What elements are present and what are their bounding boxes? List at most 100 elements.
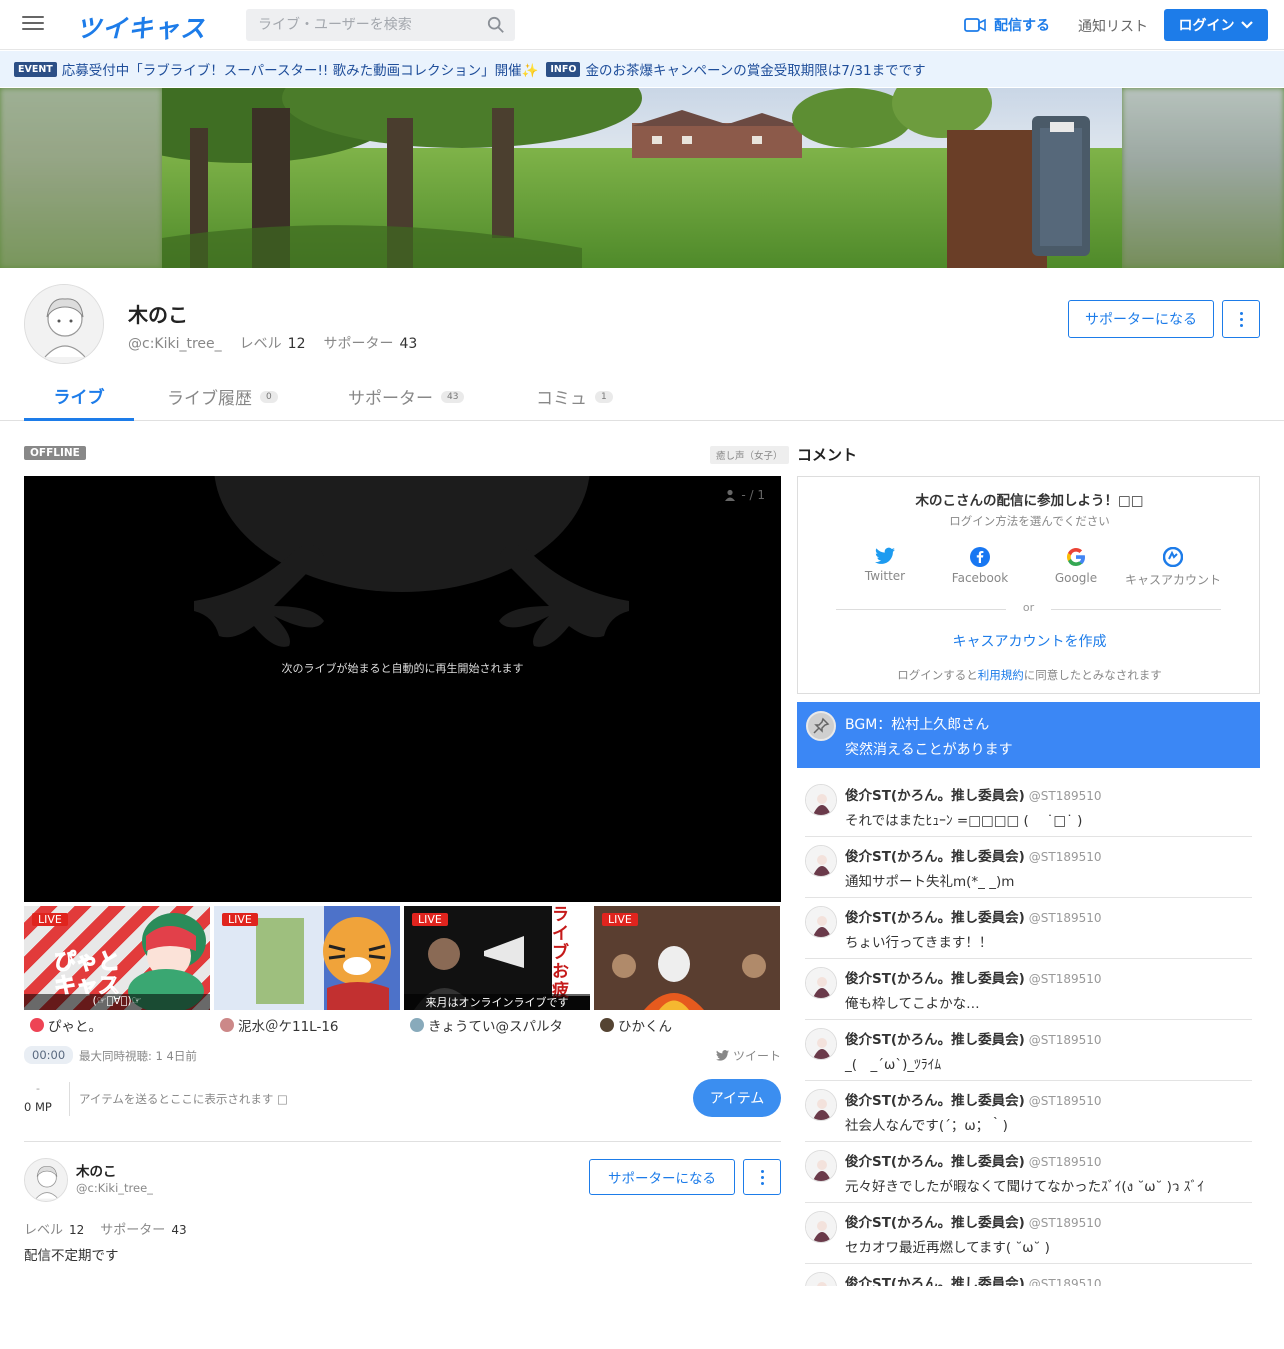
comment-text: 社会人なんです(´；ω；｀) [845,1118,1008,1134]
commenter-id: @ST189510 [1028,972,1102,986]
twitter-icon [716,1050,729,1061]
comments-heading: コメント [797,446,858,464]
login-button[interactable]: ログイン [1164,9,1268,41]
commenter-name-text: 俊介ST(かろん。推し委員会) [845,1276,1025,1286]
pinned-line-2: 突然消えることがあります [845,742,1013,758]
live-thumbnail[interactable]: LIVE [594,906,780,1010]
site-logo[interactable]: ツイキャス [76,9,206,45]
video-player[interactable]: - / 1 次のライブが始まると自動的に再生開始されます [24,476,781,902]
info-link[interactable]: 金のお茶爆キャンペーンの賞金受取期限は7/31までです [585,59,925,79]
hamburger-menu-icon[interactable] [22,14,44,34]
avatar-illustration [806,1029,836,1059]
facebook-login-button[interactable]: Facebook [925,547,1035,585]
commenter-avatar[interactable] [805,845,837,877]
search-box [246,9,515,41]
user-avatar[interactable] [24,284,104,364]
commenter-avatar[interactable] [805,784,837,816]
tab-supporters[interactable]: サポーター 43 [348,372,465,421]
commenter-name[interactable]: 俊介ST(かろん。推し委員会) @ST189510 [845,1211,1102,1231]
become-supporter-button[interactable]: サポーターになる [589,1159,735,1195]
mp-value: 0 MP [24,1100,52,1114]
commenter-name-text: 俊介ST(かろん。推し委員会) [845,849,1025,865]
avatar-illustration [25,285,103,363]
supporter-label: サポーター [323,336,394,352]
viewer-count-value: - / 1 [741,488,765,502]
comment-text: それではまたﾋｭｰﾝ =□□□□ ( ˙□˙ ) [845,813,1083,829]
commenter-avatar[interactable] [805,1211,837,1243]
commenter-id: @ST189510 [1028,911,1102,925]
thumb-user-label: 泥水＠ケ11L-16 [238,1019,339,1035]
search-input[interactable] [246,9,481,41]
commenter-name[interactable]: 俊介ST(かろん。推し委員会) @ST189510 [845,967,1102,987]
category-tag[interactable]: 癒し声（女子） [710,446,789,464]
more-options-icon[interactable] [743,1159,781,1195]
thumb-user-name[interactable]: きょうてい@スパルタ [410,1015,563,1035]
terms-notice: ログインすると利用規約に同意したとみなされます [798,667,1261,683]
become-supporter-button[interactable]: サポーターになる [1068,300,1214,338]
comment-item: 俊介ST(かろん。推し委員会) @ST189510 ちょい行ってきます！！ [805,898,1252,959]
user-id: @c:Kiki_tree_ [128,336,222,352]
commenter-avatar[interactable] [805,1089,837,1121]
commenter-name[interactable]: 俊介ST(かろん。推し委員会) @ST189510 [845,1150,1102,1170]
tab-label: サポーター [348,389,433,409]
commenter-avatar[interactable] [805,1150,837,1182]
tab-live-history[interactable]: ライブ履歴 0 [167,372,278,421]
user-meta: @c:Kiki_tree_ レベル 12 サポーター 43 [128,333,435,353]
commenter-avatar[interactable] [805,1272,837,1286]
tweet-link[interactable]: ツイート [716,1047,781,1064]
commenter-name[interactable]: 俊介ST(かろん。推し委員会) @ST189510 [845,1028,1102,1048]
twitter-login-button[interactable]: Twitter [830,547,940,583]
tab-label: ライブ履歴 [167,389,252,409]
comment-list[interactable]: 俊介ST(かろん。推し委員会) @ST189510 それではまたﾋｭｰﾝ =□□□□… [797,776,1260,1286]
comment-text: _( _´ω`)_ﾂﾗｲﾑ [845,1057,942,1073]
commenter-avatar[interactable] [805,1028,837,1060]
more-options-icon[interactable] [1222,300,1260,338]
terms-before: ログインすると [897,668,978,682]
tab-live[interactable]: ライブ [24,372,134,421]
commenter-avatar[interactable] [805,967,837,999]
tab-community[interactable]: コミュ 1 [536,372,613,421]
live-thumbnail[interactable]: LIVE ライブお疲 来月はオンラインライブです [404,906,590,1010]
commenter-name[interactable]: 俊介ST(かろん。推し委員会) @ST189510 [845,845,1102,865]
commenter-avatar[interactable] [805,906,837,938]
user-name: 木のこ [76,1164,117,1180]
terms-after: に同意したとみなされます [1023,668,1162,682]
level-label: レベル [24,1223,64,1238]
user-bio: 配信不定期です [24,1248,119,1264]
commenter-name[interactable]: 俊介ST(かろん。推し委員会) @ST189510 [845,784,1102,804]
stream-duration-badge: 00:00 [24,1046,74,1064]
commenter-id: @ST189510 [1028,1094,1102,1108]
search-icon[interactable] [487,16,505,34]
thumb-user-name[interactable]: ぴゃと。 [30,1015,102,1035]
thumb-user-name[interactable]: ひかくん [600,1015,672,1035]
thumb-user-name[interactable]: 泥水＠ケ11L-16 [220,1015,339,1035]
terms-link[interactable]: 利用規約 [978,668,1024,682]
mini-avatar [30,1018,44,1032]
notification-list-link[interactable]: 通知リスト [1078,16,1148,36]
commenter-name[interactable]: 俊介ST(かろん。推し委員会) @ST189510 [845,1089,1102,1109]
avatar-illustration [25,1159,67,1201]
avatar-illustration [806,968,836,998]
commenter-name[interactable]: 俊介ST(かろん。推し委員会) @ST189510 [845,1272,1102,1286]
tab-count-badge: 43 [441,390,465,403]
commenter-name-text: 俊介ST(かろん。推し委員会) [845,971,1025,987]
google-login-button[interactable]: Google [1021,547,1131,585]
comment-item: 俊介ST(かろん。推し委員会) @ST189510 [805,1264,1252,1286]
twitter-icon [875,547,895,564]
live-thumbnail[interactable]: LIVE [214,906,400,1010]
avatar-illustration [806,1090,836,1120]
cas-account-login-button[interactable]: キャスアカウント [1118,547,1228,588]
event-link[interactable]: 応募受付中「ラブライブ！スーパースター!! 歌みた動画コレクション」開催✨ [62,59,539,79]
create-account-link[interactable]: キャスアカウントを作成 [798,631,1261,651]
comment-item: 俊介ST(かろん。推し委員会) @ST189510 それではまたﾋｭｰﾝ =□□□□… [805,776,1252,837]
thumb-image-text: ライブお疲 [552,906,569,1001]
commenter-id: @ST189510 [1028,789,1102,803]
thumb-user-label: ひかくん [618,1019,672,1035]
send-item-button[interactable]: アイテム [693,1079,781,1117]
comment-text: ちょい行ってきます！！ [845,935,993,951]
live-thumbnail[interactable]: LIVE ぴゃと キャス (☞ﾟ∀ﾟ)☞ [24,906,210,1010]
broadcast-button[interactable]: 配信する [964,14,1050,36]
commenter-name[interactable]: 俊介ST(かろん。推し委員会) @ST189510 [845,906,1102,926]
comment-item: 俊介ST(かろん。推し委員会) @ST189510 通知サポート失礼m(*_ _)m [805,837,1252,898]
user-avatar-small[interactable] [24,1158,68,1202]
